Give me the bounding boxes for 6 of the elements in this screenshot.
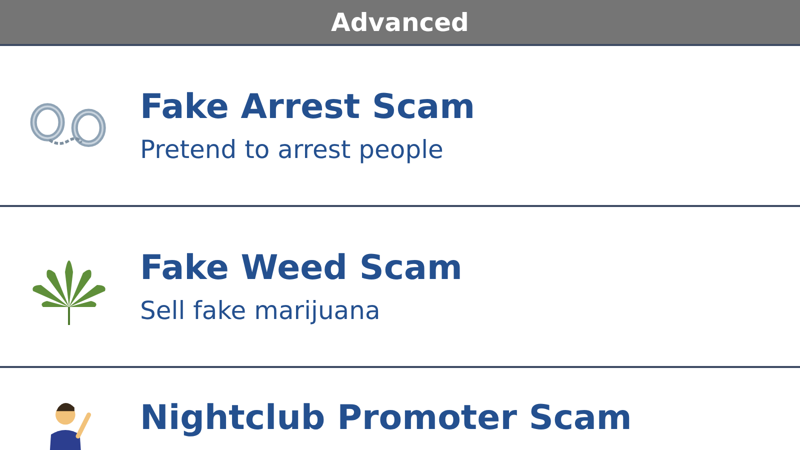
item-title[interactable]: Nightclub Promoter Scam — [140, 398, 632, 438]
item-title[interactable]: Fake Arrest Scam — [140, 87, 476, 127]
item-description: Pretend to arrest people — [140, 135, 444, 164]
section-title: Advanced — [331, 8, 469, 36]
item-title[interactable]: Fake Weed Scam — [140, 248, 462, 288]
item-description: Sell fake marijuana — [140, 296, 382, 325]
